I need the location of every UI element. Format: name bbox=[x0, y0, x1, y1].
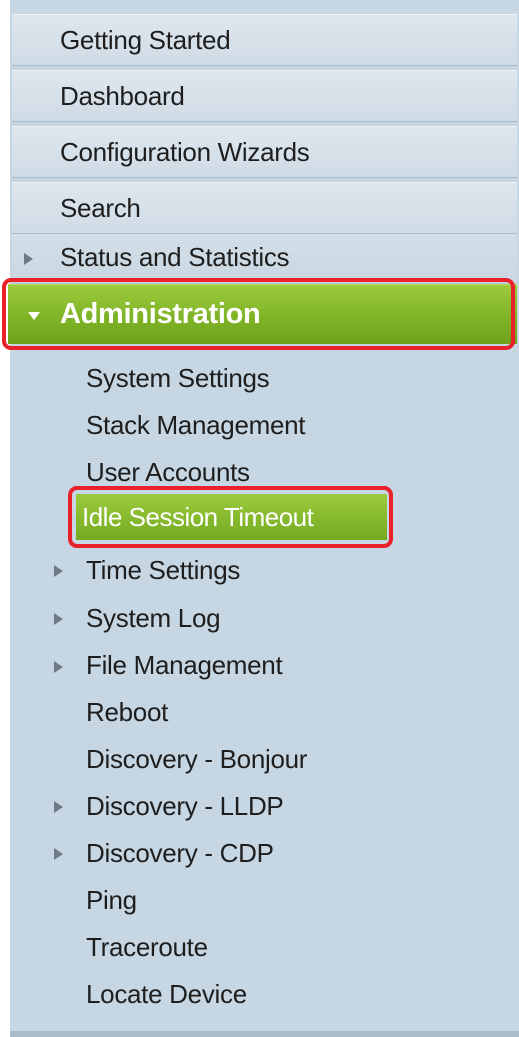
nav-item-label: Administration bbox=[60, 298, 261, 330]
subnav-item-system-log[interactable]: System Log bbox=[86, 598, 221, 638]
subnav-item-locate-device[interactable]: Locate Device bbox=[86, 974, 247, 1014]
nav-item-getting-started[interactable]: Getting Started bbox=[12, 14, 517, 66]
subnav-item-ping[interactable]: Ping bbox=[86, 880, 137, 920]
subnav-item-file-management[interactable]: File Management bbox=[86, 645, 283, 685]
subnav-item-discovery-bonjour[interactable]: Discovery - Bonjour bbox=[86, 739, 307, 779]
subnav-item-discovery-cdp[interactable]: Discovery - CDP bbox=[86, 833, 274, 873]
subnav-item-reboot[interactable]: Reboot bbox=[86, 692, 168, 732]
subnav-item-idle-session-timeout[interactable]: Idle Session Timeout bbox=[76, 494, 387, 540]
subnav-item-system-settings[interactable]: System Settings bbox=[86, 358, 270, 398]
nav-item-search[interactable]: Search bbox=[12, 182, 517, 234]
triangle-down-icon[interactable] bbox=[28, 312, 40, 320]
subnav-item-discovery-lldp[interactable]: Discovery - LLDP bbox=[86, 786, 284, 826]
nav-bottom-divider bbox=[10, 1031, 519, 1037]
subnav-item-traceroute[interactable]: Traceroute bbox=[86, 927, 208, 967]
navigation-menu: Getting Started Dashboard Configuration … bbox=[0, 0, 519, 1037]
subnav-item-time-settings[interactable]: Time Settings bbox=[86, 550, 240, 590]
nav-item-configuration-wizards[interactable]: Configuration Wizards bbox=[12, 126, 517, 178]
subnav-item-stack-management[interactable]: Stack Management bbox=[86, 405, 306, 445]
nav-item-dashboard[interactable]: Dashboard bbox=[12, 70, 517, 122]
triangle-right-icon[interactable] bbox=[24, 253, 33, 265]
subnav-item-user-accounts[interactable]: User Accounts bbox=[86, 452, 250, 492]
nav-item-status-and-statistics[interactable]: Status and Statistics bbox=[12, 234, 517, 284]
nav-item-label: Status and Statistics bbox=[60, 242, 290, 272]
nav-item-administration[interactable]: Administration bbox=[8, 284, 517, 344]
